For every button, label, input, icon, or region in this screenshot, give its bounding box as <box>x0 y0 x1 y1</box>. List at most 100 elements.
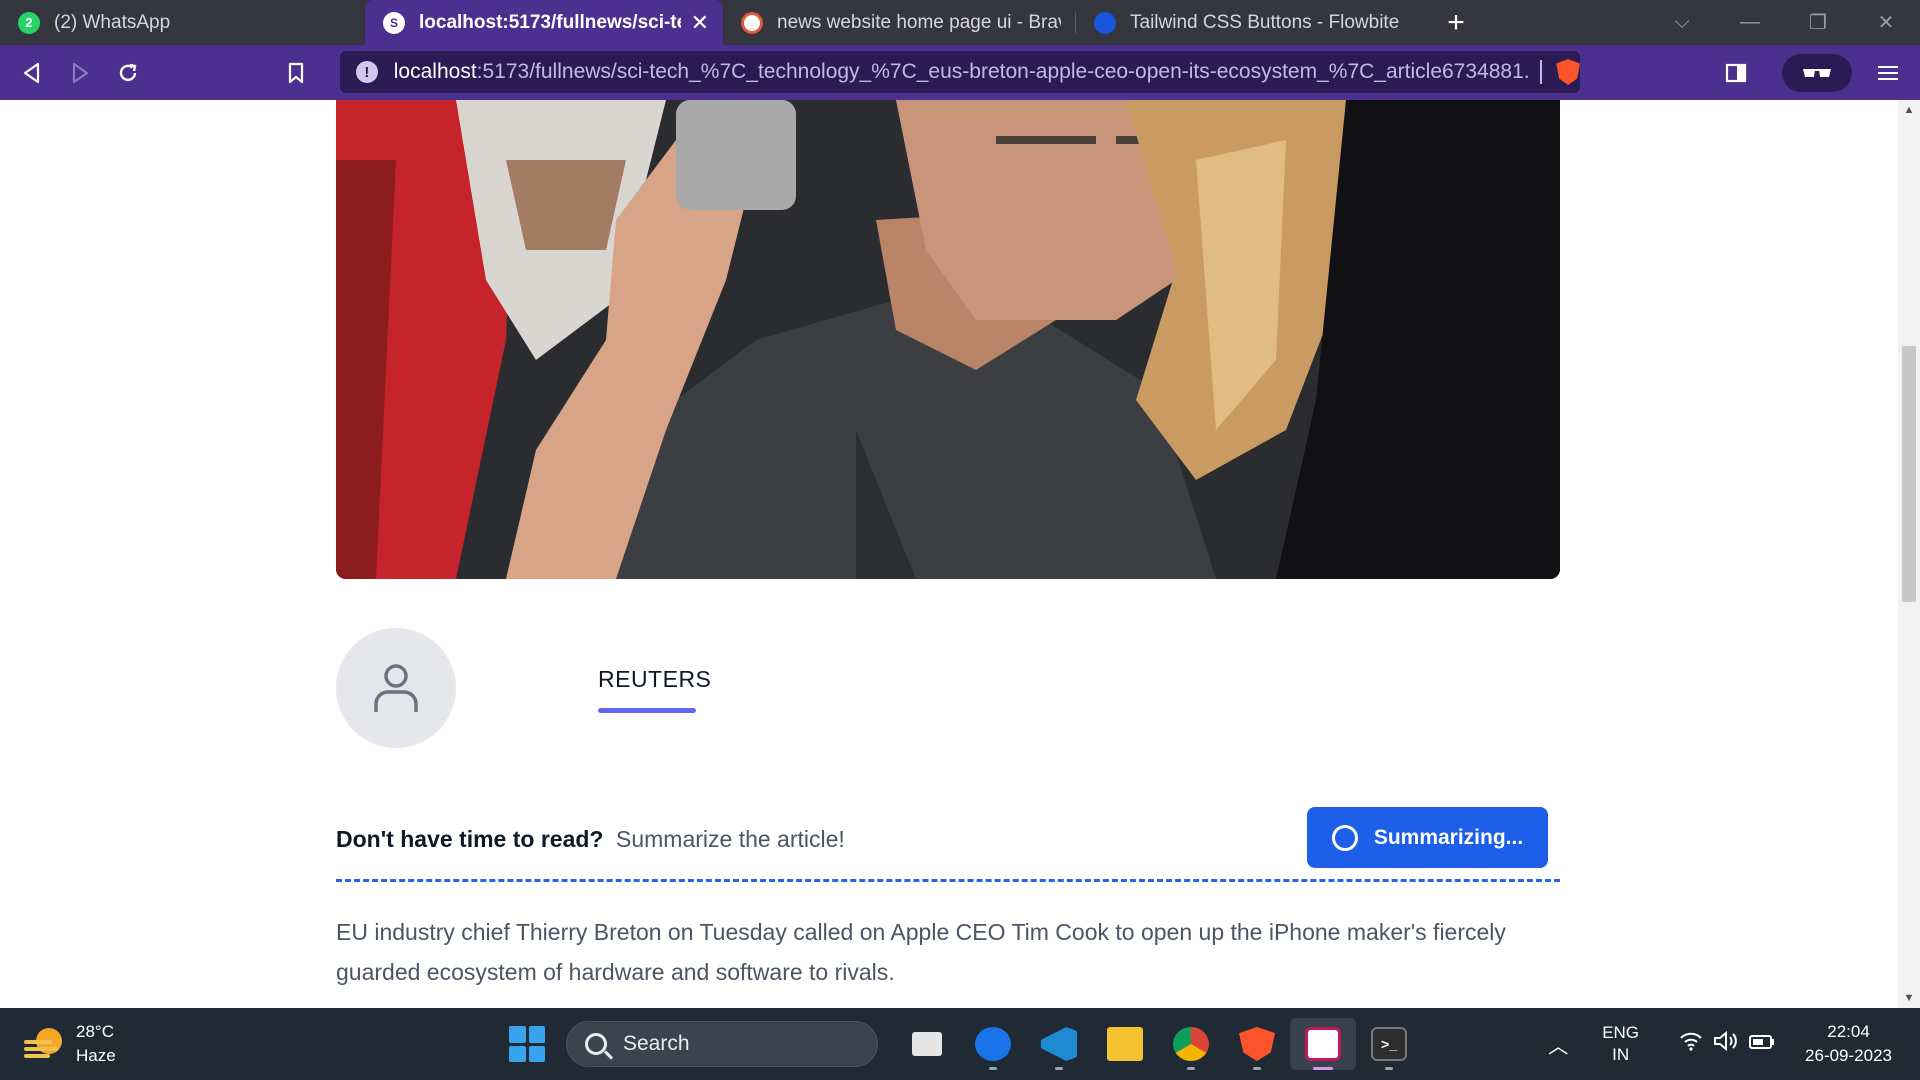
language-indicator[interactable]: ENG IN <box>1602 1022 1639 1066</box>
terminal-icon: >_ <box>1371 1027 1407 1061</box>
url-path: :5173/fullnews/sci-tech_%7C_technology_%… <box>476 60 1531 83</box>
brave-search-icon <box>741 11 763 34</box>
taskbar-app-chrome[interactable] <box>1158 1018 1224 1070</box>
running-indicator <box>1385 1067 1393 1070</box>
task-view-button[interactable] <box>894 1018 960 1070</box>
scroll-down-arrow-icon[interactable]: ▼ <box>1898 992 1920 1004</box>
taskbar-app-file-explorer[interactable] <box>1092 1018 1158 1070</box>
brave-shields-icon[interactable] <box>1556 59 1580 85</box>
search-label: Search <box>623 1032 690 1055</box>
tab-title: (2) WhatsApp <box>54 11 171 33</box>
active-indicator <box>1313 1067 1333 1070</box>
site-info-icon[interactable]: ! <box>356 61 378 83</box>
browser-tab-strip: 2 (2) WhatsApp S localhost:5173/fullnews… <box>0 0 1920 45</box>
sidebar-toggle-button[interactable] <box>1712 53 1760 93</box>
user-icon <box>374 664 418 712</box>
language-code: ENG <box>1602 1023 1640 1042</box>
clock[interactable]: 22:04 26-09-2023 <box>1805 1020 1892 1068</box>
taskbar-app-vscode[interactable] <box>1026 1018 1092 1070</box>
taskbar-app-brave[interactable] <box>1224 1018 1290 1070</box>
battery-icon[interactable] <box>1749 1033 1775 1056</box>
tab-title: Tailwind CSS Buttons - Flowbite <box>1130 11 1400 33</box>
running-indicator <box>1253 1067 1261 1070</box>
summarize-button-label: Summarizing... <box>1373 825 1524 849</box>
summary-subtext: Summarize the article! <box>616 826 845 852</box>
haze-weather-icon <box>24 1026 64 1062</box>
tab-whatsapp[interactable]: 2 (2) WhatsApp <box>0 0 365 45</box>
snipping-tool-icon <box>1305 1027 1341 1061</box>
search-icon <box>585 1033 607 1055</box>
taskbar-app-snipping-tool[interactable] <box>1290 1018 1356 1070</box>
browser-toolbar: ! localhost :5173/fullnews/sci-tech_%7C_… <box>0 45 1920 100</box>
toolbar-right <box>1712 45 1920 100</box>
start-button[interactable] <box>506 1023 548 1065</box>
glasses-icon <box>1803 68 1831 77</box>
volume-icon[interactable] <box>1713 1030 1739 1057</box>
tab-brave-search[interactable]: news website home page ui - Brave Search <box>723 0 1075 45</box>
wifi-icon[interactable] <box>1679 1031 1703 1057</box>
weather-widget[interactable]: 28°C Haze <box>24 1020 116 1068</box>
taskbar-app-terminal[interactable]: >_ <box>1356 1018 1422 1070</box>
back-icon <box>23 62 40 83</box>
forward-button[interactable] <box>56 53 104 93</box>
temperature: 28°C <box>76 1022 114 1041</box>
restore-icon[interactable]: ❐ <box>1784 10 1852 35</box>
chrome-icon <box>1173 1027 1209 1061</box>
wallet-button[interactable] <box>1782 53 1852 92</box>
summarize-button[interactable]: Summarizing... <box>1307 807 1548 868</box>
running-indicator <box>1187 1067 1195 1070</box>
bookmark-button[interactable] <box>272 53 320 93</box>
tab-search-chevron-icon[interactable]: ⌵ <box>1648 11 1716 34</box>
clock-time: 22:04 <box>1827 1022 1870 1041</box>
tab-flowbite[interactable]: Tailwind CSS Buttons - Flowbite <box>1076 0 1436 45</box>
region-code: IN <box>1612 1045 1630 1064</box>
taskbar-search[interactable]: Search <box>566 1021 878 1067</box>
menu-button[interactable] <box>1864 53 1912 93</box>
task-view-icon <box>912 1032 942 1056</box>
close-tab-icon[interactable]: ✕ <box>691 10 709 36</box>
scroll-thumb[interactable] <box>1902 346 1916 602</box>
author-row: REUTERS <box>336 628 1560 748</box>
tab-title: localhost:5173/fullnews/sci-tech <box>419 11 681 33</box>
bookmark-icon <box>288 62 304 83</box>
summary-question: Don't have time to read? <box>336 826 604 852</box>
sidebar-icon <box>1725 63 1747 82</box>
minimize-icon[interactable]: — <box>1716 11 1784 34</box>
address-bar[interactable]: ! localhost :5173/fullnews/sci-tech_%7C_… <box>340 51 1580 93</box>
taskbar-apps: Search >_ <box>506 1018 1422 1070</box>
back-button[interactable] <box>8 53 56 93</box>
new-tab-button[interactable]: + <box>1436 0 1476 45</box>
folder-icon <box>1107 1027 1143 1061</box>
reload-button[interactable] <box>104 53 152 93</box>
avatar <box>336 628 456 748</box>
url-separator <box>1540 60 1543 84</box>
running-indicator <box>989 1067 997 1070</box>
system-tray: ︿ ENG IN 22:04 26-09-2023 <box>1548 1008 1920 1080</box>
close-window-icon[interactable]: ✕ <box>1852 10 1920 35</box>
article-body: EU industry chief Thierry Breton on Tues… <box>336 919 1506 985</box>
tab-localhost[interactable]: S localhost:5173/fullnews/sci-tech ✕ <box>365 0 723 45</box>
url-host: localhost <box>393 60 477 83</box>
show-hidden-icons-chevron-icon[interactable]: ︿ <box>1548 1030 1568 1059</box>
reload-icon <box>119 63 137 81</box>
clock-date: 26-09-2023 <box>1805 1046 1892 1065</box>
tab-title: news website home page ui - Brave Search <box>777 11 1061 33</box>
taskbar-app-thunderbird[interactable] <box>960 1018 1026 1070</box>
window-controls: ⌵ — ❐ ✕ <box>1648 0 1920 45</box>
news-source-label[interactable]: REUTERS <box>598 666 711 693</box>
hamburger-menu-icon <box>1878 65 1898 80</box>
windows-taskbar: 28°C Haze Search >_ ︿ ENG IN 22:04 26-09… <box>0 1008 1920 1080</box>
thunderbird-icon <box>975 1027 1011 1061</box>
whatsapp-icon: 2 <box>18 11 40 34</box>
scroll-up-arrow-icon[interactable]: ▲ <box>1898 104 1920 116</box>
source-underline <box>598 708 696 713</box>
page-viewport: REUTERS Don't have time to read? Summari… <box>0 100 1898 1008</box>
loading-spinner-icon <box>1331 824 1358 851</box>
article-hero-image <box>336 100 1560 579</box>
summary-divider <box>336 879 1560 882</box>
site-icon: S <box>383 11 405 34</box>
vscode-icon <box>1041 1027 1077 1061</box>
page-scrollbar[interactable]: ▲ ▼ <box>1898 100 1920 1008</box>
summary-row: Don't have time to read? Summarize the a… <box>336 807 1560 869</box>
hero-photo <box>336 100 1560 579</box>
